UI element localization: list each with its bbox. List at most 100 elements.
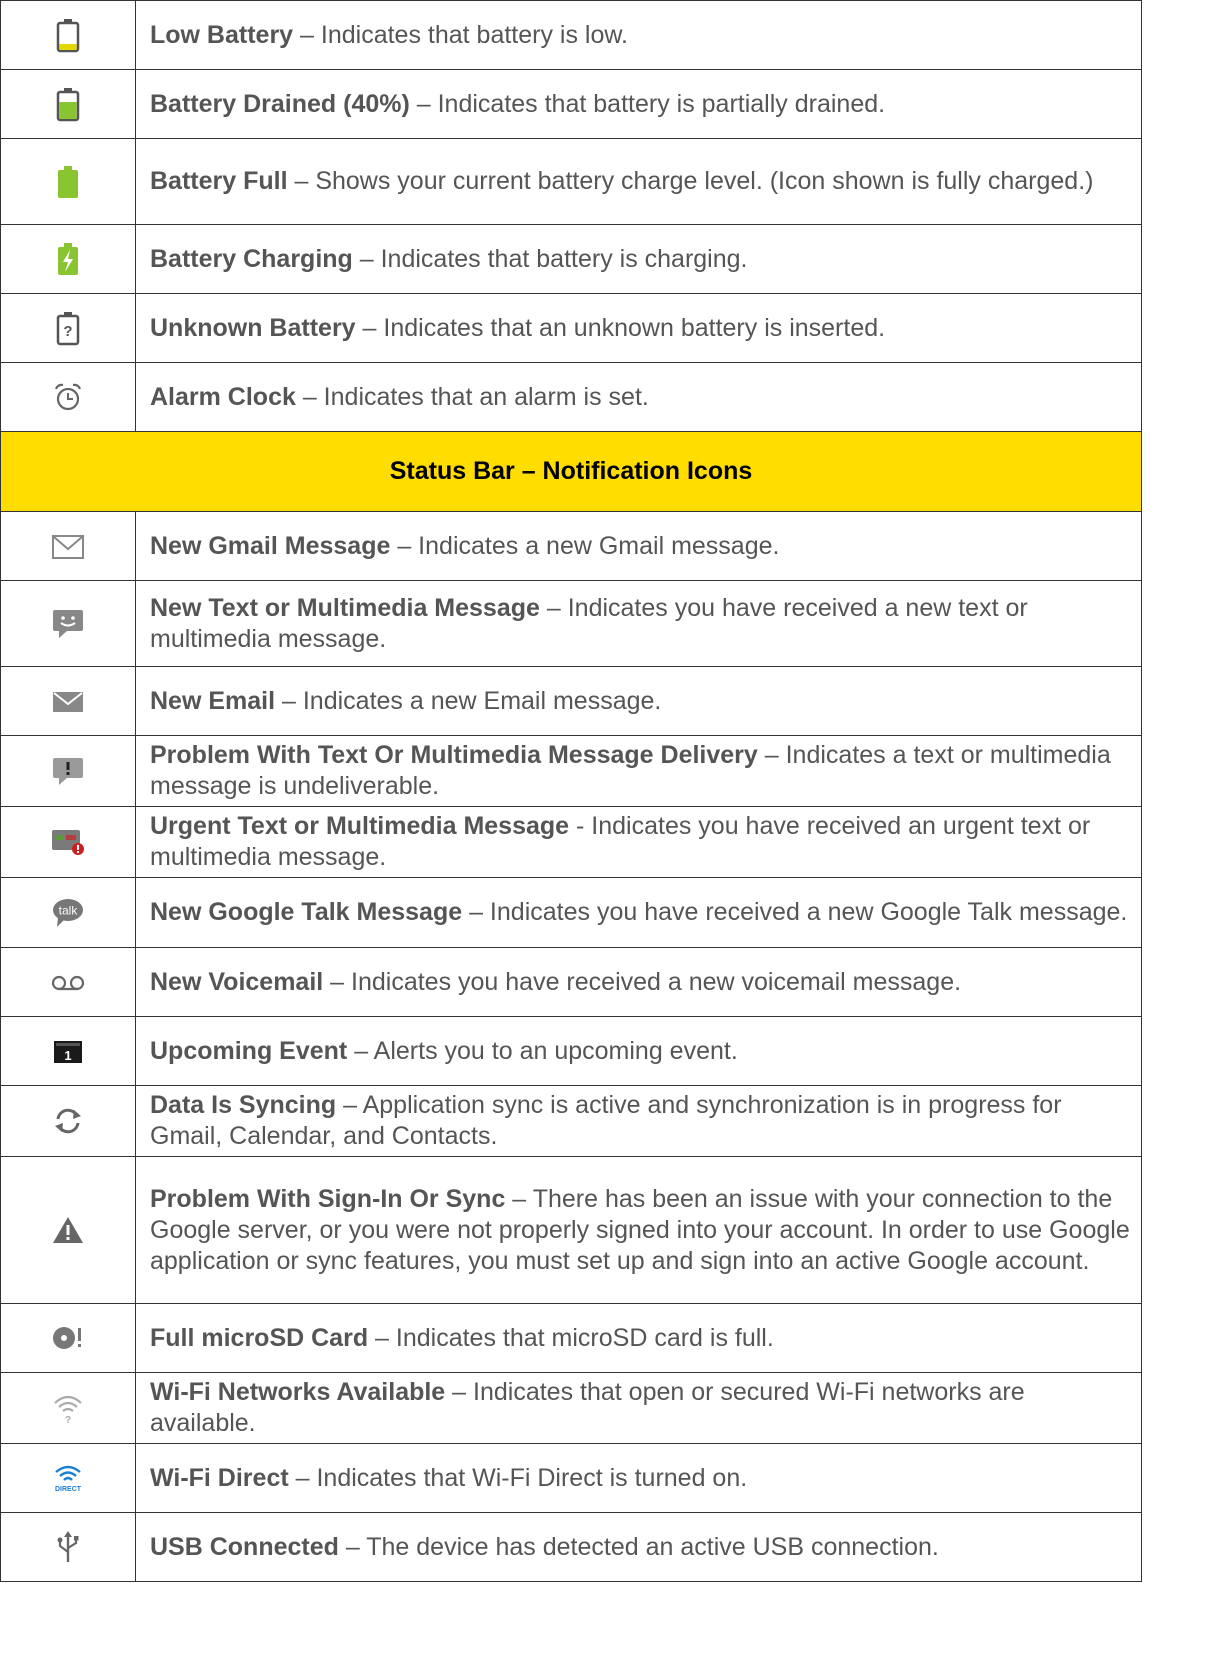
google-talk-icon: talk	[53, 898, 83, 927]
row-label: New Email	[150, 686, 276, 715]
table-row: DIRECT Wi-Fi Direct – Indicates that Wi-…	[0, 1443, 1142, 1513]
table-row: Data Is Syncing – Application sync is ac…	[0, 1085, 1142, 1157]
row-label: Battery Charging	[150, 244, 353, 273]
row-text: – Shows your current battery charge leve…	[287, 167, 1094, 195]
wifi-available-icon: ?	[54, 1395, 82, 1424]
svg-text:1: 1	[64, 1048, 71, 1063]
row-description: New Google Talk Message – Indicates you …	[135, 877, 1142, 948]
section-header: Status Bar – Notification Icons	[0, 431, 1142, 512]
row-label: New Voicemail	[150, 967, 324, 996]
row-label: Wi-Fi Direct	[150, 1463, 289, 1492]
table-row: Alarm Clock – Indicates that an alarm is…	[0, 362, 1142, 432]
table-row: Problem With Text Or Multimedia Message …	[0, 735, 1142, 807]
row-label: Problem With Sign-In Or Sync	[150, 1184, 506, 1213]
row-description: Urgent Text or Multimedia Message - Indi…	[135, 806, 1142, 878]
row-description: Low Battery – Indicates that battery is …	[135, 0, 1142, 70]
row-text: – Indicates that microSD card is full.	[368, 1323, 774, 1352]
section-header-row: Status Bar – Notification Icons	[0, 431, 1142, 512]
wifi-direct-icon: DIRECT	[55, 1465, 82, 1493]
table-row: talk New Google Talk Message – Indicates…	[0, 877, 1142, 948]
sync-icon	[55, 1108, 81, 1134]
row-label: Battery Full	[150, 167, 288, 195]
table-row: ? Unknown Battery – Indicates that an un…	[0, 293, 1142, 363]
row-description: Upcoming Event – Alerts you to an upcomi…	[135, 1016, 1142, 1086]
row-description: USB Connected – The device has detected …	[135, 1512, 1142, 1582]
unknown-battery-icon: ?	[56, 312, 80, 346]
table-row: Full microSD Card – Indicates that micro…	[0, 1303, 1142, 1373]
table-row: New Voicemail – Indicates you have recei…	[0, 947, 1142, 1017]
row-description: Battery Charging – Indicates that batter…	[135, 224, 1142, 294]
urgent-message-icon	[52, 830, 84, 856]
voicemail-icon	[51, 975, 85, 990]
row-label: Low Battery	[150, 20, 294, 49]
row-description: Battery Drained (40%) – Indicates that b…	[135, 69, 1142, 139]
svg-text:?: ?	[65, 1415, 71, 1424]
row-label: Battery Drained (40%)	[150, 89, 410, 118]
svg-text:talk: talk	[59, 903, 79, 917]
row-description: Data Is Syncing – Application sync is ac…	[135, 1085, 1142, 1157]
row-description: Problem With Sign-In Or Sync – There has…	[135, 1156, 1142, 1304]
row-label: USB Connected	[150, 1532, 339, 1561]
table-row: Urgent Text or Multimedia Message - Indi…	[0, 806, 1142, 878]
row-label: Full microSD Card	[150, 1323, 369, 1352]
row-label: Data Is Syncing	[150, 1091, 337, 1119]
table-row: Battery Drained (40%) – Indicates that b…	[0, 69, 1142, 139]
battery-drained-icon	[56, 88, 80, 122]
row-description: New Email – Indicates a new Email messag…	[135, 666, 1142, 736]
message-delivery-problem-icon	[53, 758, 83, 786]
row-text: – Indicates a new Gmail message.	[390, 531, 780, 560]
row-description: New Voicemail – Indicates you have recei…	[135, 947, 1142, 1017]
battery-full-icon	[58, 165, 78, 198]
row-description: Battery Full – Shows your current batter…	[135, 138, 1142, 225]
row-description: Alarm Clock – Indicates that an alarm is…	[135, 362, 1142, 432]
row-label: Urgent Text or Multimedia Message	[150, 812, 570, 840]
table-row: New Email – Indicates a new Email messag…	[0, 666, 1142, 736]
table-row: Low Battery – Indicates that battery is …	[0, 0, 1142, 70]
row-text: – Indicates that Wi-Fi Direct is turned …	[288, 1463, 748, 1492]
warning-icon	[53, 1217, 83, 1244]
row-description: New Gmail Message – Indicates a new Gmai…	[135, 511, 1142, 581]
email-icon	[53, 691, 83, 712]
row-text: – Indicates a new Email message.	[275, 686, 662, 715]
row-description: Problem With Text Or Multimedia Message …	[135, 735, 1142, 807]
table-row: ? Wi-Fi Networks Available – Indicates t…	[0, 1372, 1142, 1444]
sd-card-full-icon	[53, 1327, 81, 1349]
battery-charging-icon	[58, 243, 78, 275]
upcoming-event-icon: 1	[54, 1040, 82, 1063]
row-text: – Indicates that battery is partially dr…	[409, 89, 886, 118]
table-row: Battery Charging – Indicates that batter…	[0, 224, 1142, 294]
low-battery-icon	[56, 19, 80, 53]
row-label: Problem With Text Or Multimedia Message …	[150, 741, 758, 769]
row-description: Wi-Fi Networks Available – Indicates tha…	[135, 1372, 1142, 1444]
row-text: – The device has detected an active USB …	[338, 1532, 939, 1561]
row-description: Unknown Battery – Indicates that an unkn…	[135, 293, 1142, 363]
text-message-icon	[53, 609, 83, 638]
row-description: New Text or Multimedia Message – Indicat…	[135, 580, 1142, 667]
row-label: New Gmail Message	[150, 531, 391, 560]
row-description: Wi-Fi Direct – Indicates that Wi-Fi Dire…	[135, 1443, 1142, 1513]
table-row: 1 Upcoming Event – Alerts you to an upco…	[0, 1016, 1142, 1086]
row-label: Alarm Clock	[150, 382, 296, 411]
row-label: Upcoming Event	[150, 1036, 348, 1065]
wifi-direct-icon-text: DIRECT	[55, 1486, 82, 1493]
row-text: – Indicates you have received a new voic…	[323, 967, 962, 996]
row-text: – Indicates that battery is charging.	[352, 244, 748, 273]
row-text: – Indicates that an alarm is set.	[295, 382, 649, 411]
row-label: Wi-Fi Networks Available	[150, 1378, 446, 1406]
gmail-icon	[52, 534, 84, 559]
svg-text:?: ?	[63, 323, 72, 340]
row-text: – Alerts you to an upcoming event.	[347, 1036, 738, 1065]
row-label: New Google Talk Message	[150, 898, 463, 926]
icon-reference-table: Low Battery – Indicates that battery is …	[0, 0, 1142, 1582]
row-text: – Indicates you have received a new Goog…	[462, 898, 1128, 926]
table-row: New Gmail Message – Indicates a new Gmai…	[0, 511, 1142, 581]
row-text: – Indicates that an unknown battery is i…	[355, 313, 886, 342]
row-label: Unknown Battery	[150, 313, 356, 342]
table-row: Problem With Sign-In Or Sync – There has…	[0, 1156, 1142, 1304]
row-text: – Indicates that battery is low.	[293, 20, 628, 49]
usb-icon	[57, 1531, 79, 1562]
table-row: New Text or Multimedia Message – Indicat…	[0, 580, 1142, 667]
alarm-clock-icon	[54, 383, 82, 411]
row-label: New Text or Multimedia Message	[150, 593, 540, 622]
row-description: Full microSD Card – Indicates that micro…	[135, 1303, 1142, 1373]
